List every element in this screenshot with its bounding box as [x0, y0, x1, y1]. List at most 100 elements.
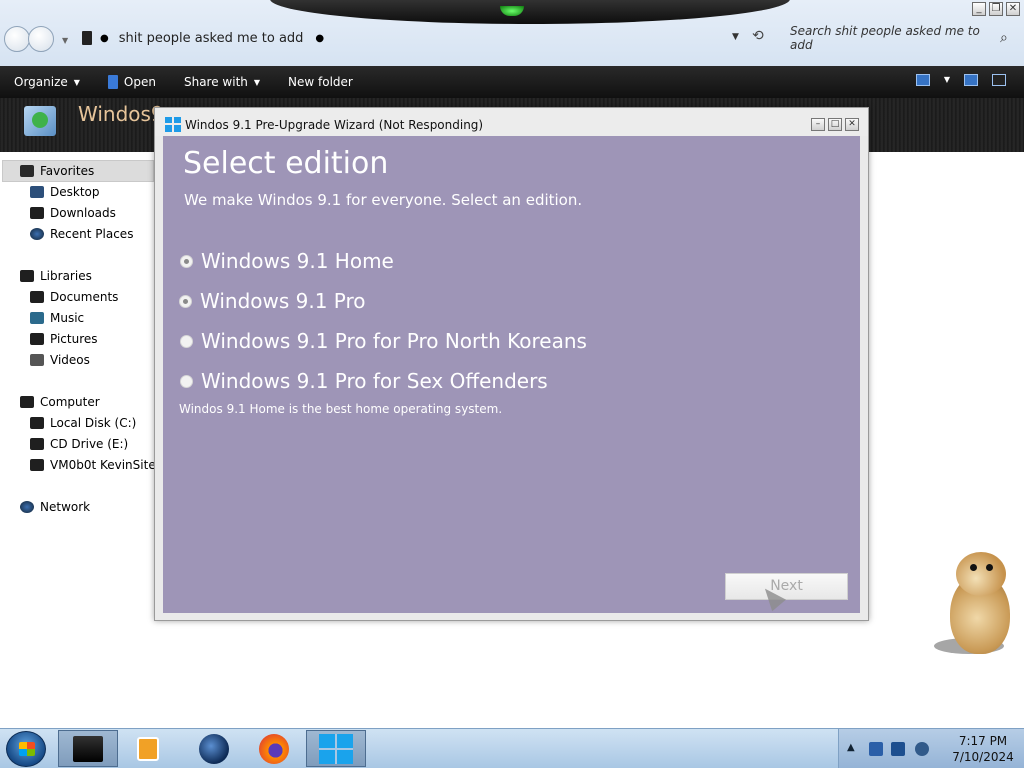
dialog-maximize-button[interactable]: □ — [828, 118, 842, 131]
sidebar-item-libraries[interactable]: Libraries — [20, 269, 92, 283]
sidebar-item-videos[interactable]: Videos — [30, 353, 90, 367]
new-folder-label: New folder — [288, 75, 353, 89]
dialog-title: Windos 9.1 Pre-Upgrade Wizard (Not Respo… — [185, 118, 484, 132]
dialog-minimize-button[interactable]: – — [811, 118, 825, 131]
preview-pane-icon[interactable] — [964, 74, 978, 86]
organize-label: Organize — [14, 75, 68, 89]
sidebar-item-favorites[interactable]: Favorites — [20, 164, 94, 178]
search-icon[interactable]: ⌕ — [1000, 30, 1020, 46]
sidebar-item-label: Desktop — [50, 185, 100, 199]
radio-button[interactable] — [180, 334, 193, 348]
recent-pages-dropdown[interactable]: ▼ — [62, 36, 68, 45]
hamster-eye — [970, 564, 977, 571]
star-icon — [20, 165, 34, 177]
windows-logo-icon — [319, 733, 353, 764]
sidebar-item-network-share[interactable]: VM0b0t KevinSite — [30, 458, 156, 472]
edition-option-sex-offenders[interactable]: Windows 9.1 Pro for Sex Offenders — [180, 369, 548, 393]
open-button[interactable]: Open — [94, 66, 170, 98]
next-button[interactable]: Next — [725, 573, 848, 600]
tray-app-icon[interactable] — [869, 742, 883, 756]
address-bar[interactable]: ● shit people asked me to add ● — [78, 24, 768, 52]
sidebar-item-pictures[interactable]: Pictures — [30, 332, 98, 346]
drive-icon — [30, 417, 44, 429]
taskbar-explorer-button[interactable] — [58, 730, 118, 767]
volume-tray-icon[interactable] — [915, 742, 929, 756]
sidebar-item-label: Favorites — [40, 164, 95, 178]
edition-option-home[interactable]: Windows 9.1 Home — [180, 249, 394, 273]
dialog-titlebar[interactable]: Windos 9.1 Pre-Upgrade Wizard (Not Respo… — [155, 108, 868, 136]
taskbar-media-player-button[interactable] — [118, 730, 178, 767]
show-hidden-icons-button[interactable]: ▲ — [847, 742, 855, 753]
chevron-down-icon[interactable]: ▼ — [944, 74, 950, 86]
refresh-icon[interactable]: ⟲ — [752, 28, 764, 44]
address-dropdown-icon[interactable]: ▼ — [732, 32, 739, 42]
browser-globe-icon — [199, 733, 229, 764]
close-button[interactable]: ✕ — [1006, 2, 1020, 16]
share-with-menu[interactable]: Share with ▼ — [170, 66, 274, 98]
forward-button[interactable] — [28, 26, 54, 52]
explorer-app-icon — [73, 735, 103, 762]
start-button[interactable] — [6, 731, 46, 767]
new-folder-button[interactable]: New folder — [274, 66, 367, 98]
back-button[interactable] — [4, 26, 30, 52]
clock-date[interactable]: 7/10/2024 — [943, 750, 1023, 764]
sidebar-item-documents[interactable]: Documents — [30, 290, 118, 304]
dialog-close-button[interactable]: ✕ — [845, 118, 859, 131]
taskbar-firefox-button[interactable] — [244, 730, 304, 767]
sidebar-item-label: Computer — [40, 395, 100, 409]
sidebar-item-recent-places[interactable]: Recent Places — [30, 227, 133, 241]
sidebar-item-local-disk[interactable]: Local Disk (C:) — [30, 416, 136, 430]
clock-time[interactable]: 7:17 PM — [943, 734, 1023, 748]
option-label[interactable]: Windows 9.1 Pro for Pro North Koreans — [201, 329, 587, 353]
upgrade-wizard-dialog: Windos 9.1 Pre-Upgrade Wizard (Not Respo… — [154, 107, 869, 621]
notification-area: ▲ 7:17 PM 7/10/2024 — [838, 729, 1024, 768]
option-label[interactable]: Windows 9.1 Home — [201, 249, 394, 273]
minimize-button[interactable]: _ — [972, 2, 986, 16]
firefox-icon — [259, 733, 289, 764]
recent-places-icon — [30, 228, 44, 240]
taskbar-wizard-button[interactable] — [306, 730, 366, 767]
wizard-content: Select edition We make Windos 9.1 for ev… — [163, 136, 860, 613]
toolbar-right-icons: ▼ — [915, 74, 1006, 86]
taskbar-browser-button[interactable] — [184, 730, 244, 767]
edition-description: Windos 9.1 Home is the best home operati… — [179, 402, 503, 416]
sidebar-item-cd-drive[interactable]: CD Drive (E:) — [30, 437, 128, 451]
hamster-desktop-pet[interactable] — [934, 552, 1020, 656]
sidebar-item-desktop[interactable]: Desktop — [30, 185, 100, 199]
option-label[interactable]: Windows 9.1 Pro — [200, 289, 366, 313]
navigation-buttons — [4, 26, 54, 52]
radio-button[interactable] — [179, 294, 192, 308]
sidebar-item-downloads[interactable]: Downloads — [30, 206, 116, 220]
upgrade-app-icon[interactable] — [24, 106, 56, 136]
breadcrumb-separator[interactable]: ● — [100, 33, 109, 44]
sidebar-item-label: Videos — [50, 353, 90, 367]
header-title: Windos9 — [78, 102, 164, 126]
change-view-icon[interactable] — [915, 74, 930, 86]
search-input[interactable]: Search shit people asked me to add — [780, 24, 1000, 52]
page-title: Select edition — [183, 146, 389, 181]
address-path[interactable]: shit people asked me to add — [119, 31, 304, 46]
sidebar-item-label: Music — [50, 311, 85, 325]
option-label[interactable]: Windows 9.1 Pro for Sex Offenders — [201, 369, 548, 393]
sidebar-item-label: Recent Places — [50, 227, 134, 241]
sidebar-item-music[interactable]: Music — [30, 311, 84, 325]
radio-button[interactable] — [180, 254, 193, 268]
chevron-down-icon: ▼ — [73, 77, 80, 87]
sidebar-item-computer[interactable]: Computer — [20, 395, 100, 409]
taskbar: ▲ 7:17 PM 7/10/2024 — [0, 728, 1024, 768]
breadcrumb-separator[interactable]: ● — [315, 33, 324, 44]
cd-drive-icon — [30, 438, 44, 450]
page-subtitle: We make Windos 9.1 for everyone. Select … — [184, 191, 583, 209]
search-box[interactable]: Search shit people asked me to add ⌕ — [780, 24, 1020, 52]
help-icon[interactable] — [992, 74, 1006, 86]
restore-button[interactable]: ❐ — [989, 2, 1003, 16]
windows-logo-icon — [165, 117, 181, 132]
network-tray-icon[interactable] — [891, 742, 905, 756]
edition-option-pro-north-koreans[interactable]: Windows 9.1 Pro for Pro North Koreans — [180, 329, 587, 353]
open-label: Open — [123, 75, 156, 89]
media-player-icon — [137, 736, 159, 761]
radio-button[interactable] — [180, 374, 193, 388]
sidebar-item-network[interactable]: Network — [20, 500, 90, 514]
edition-option-pro[interactable]: Windows 9.1 Pro — [179, 289, 366, 313]
organize-menu[interactable]: Organize ▼ — [0, 66, 94, 98]
